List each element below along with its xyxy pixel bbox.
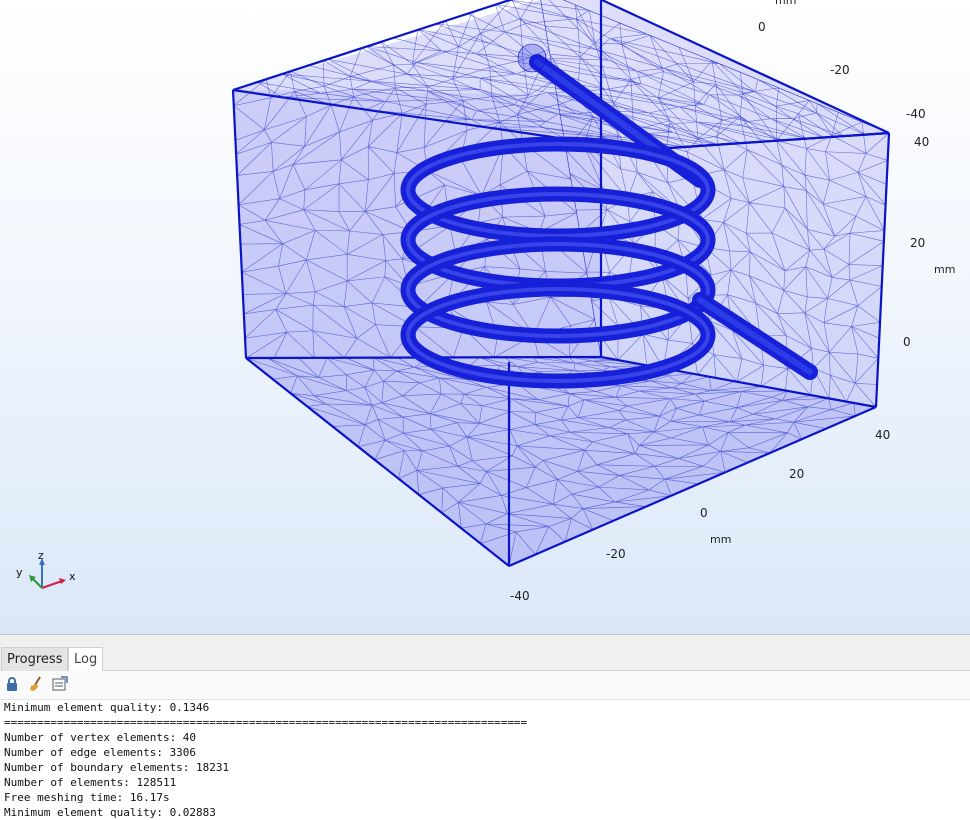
tab-log[interactable]: Log	[68, 647, 104, 672]
top-axis-tick: -20	[830, 63, 850, 77]
triad-y-label: y	[16, 566, 23, 579]
bottom-axis-tick: 20	[789, 467, 805, 481]
triad-z-label: z	[38, 549, 44, 562]
clear-broom-icon[interactable]	[28, 676, 44, 692]
right-axis-unit: mm	[934, 263, 956, 276]
log-output[interactable]: Minimum element quality: 0.1346 ========…	[4, 700, 964, 820]
right-axis-tick: 20	[910, 236, 926, 250]
log-line: ========================================…	[4, 716, 528, 729]
bottom-axis-tick: 40	[875, 428, 891, 442]
log-line: Number of edge elements: 3306	[4, 746, 197, 759]
log-line: Free meshing time: 16.17s	[4, 791, 170, 804]
export-log-icon[interactable]	[52, 676, 68, 692]
refined-mesh-region	[517, 43, 547, 73]
right-axis-tick: 0	[903, 335, 911, 349]
panel-tab-bar: Progress Log	[0, 635, 970, 672]
log-line: Number of elements: 128511	[4, 776, 177, 789]
top-axis-tick: 0	[758, 20, 766, 34]
lock-icon[interactable]	[4, 676, 20, 692]
log-line: Number of vertex elements: 40	[4, 731, 197, 744]
bottom-axis-tick: -20	[606, 547, 626, 561]
log-toolbar	[0, 671, 970, 700]
tab-progress[interactable]: Progress	[1, 647, 69, 671]
triad-x-label: x	[69, 570, 76, 583]
axis-triad: z y x	[10, 548, 90, 598]
log-panel: Progress Log Minimum element quality: 0.…	[0, 634, 970, 819]
bottom-axis-tick: 0	[700, 506, 708, 520]
log-line: Minimum element quality: 0.1346	[4, 701, 210, 714]
top-axis-tick: -40	[906, 107, 926, 121]
top-axis-unit: mm	[775, 0, 797, 7]
log-line: Number of boundary elements: 18231	[4, 761, 230, 774]
mesh-plot[interactable]	[0, 0, 970, 634]
graphics-viewport[interactable]: mm 0 -20 -40 40 20 mm 0 40 20 0 mm -20 -…	[0, 0, 970, 634]
right-axis-tick: 40	[914, 135, 930, 149]
bottom-axis-unit: mm	[710, 533, 732, 546]
bottom-axis-tick: -40	[510, 589, 530, 603]
